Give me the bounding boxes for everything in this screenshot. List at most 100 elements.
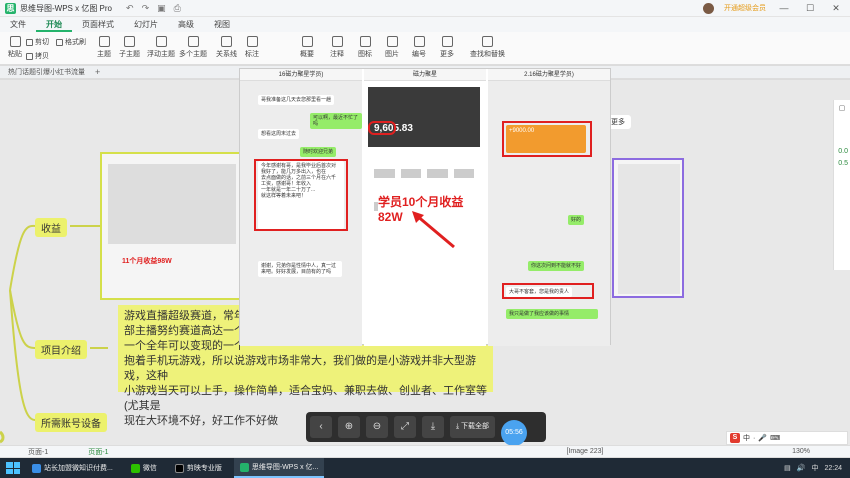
multi-topic-icon bbox=[187, 36, 199, 47]
taskbar-item[interactable]: 站长加盟微知识付费... bbox=[26, 458, 119, 478]
window-title: 思维导图-WPS x 亿图 Pro bbox=[20, 3, 113, 13]
wps-mindmap-icon bbox=[239, 462, 249, 472]
close-button[interactable]: ✕ bbox=[828, 3, 844, 14]
recording-timer: 05:56 bbox=[501, 420, 527, 446]
zoom-in-button[interactable]: ⊕ bbox=[338, 416, 360, 438]
more-button[interactable]: 更多 bbox=[440, 36, 454, 59]
avatar[interactable] bbox=[703, 2, 714, 14]
volume-icon[interactable]: 🔊 bbox=[797, 464, 806, 472]
chat-header: 16磁力聚星学员) bbox=[240, 69, 362, 81]
relation-icon bbox=[221, 36, 232, 47]
ime-lang[interactable]: 中 bbox=[743, 433, 750, 443]
fit-screen-button[interactable]: ⤢ bbox=[394, 416, 416, 438]
node-project-intro[interactable]: 项目介绍 bbox=[35, 340, 87, 359]
chat-bubble: 我只是做了我应该做的事情 bbox=[506, 309, 598, 319]
summary-button[interactable]: 概要 bbox=[300, 36, 314, 59]
vip-link[interactable]: 开通超级会员 bbox=[724, 3, 766, 13]
right-side-panel: ▢ bbox=[833, 100, 850, 270]
network-icon[interactable]: ▤ bbox=[784, 464, 791, 472]
ribbon: 粘贴 剪切 拷贝 格式刷 主题 子主题 浮动主题 多个主题 关系线 标注 概要 … bbox=[0, 32, 850, 65]
print-icon[interactable]: ⎙ bbox=[174, 3, 181, 14]
page-label[interactable]: 页面-1 bbox=[28, 447, 48, 457]
picture-icon bbox=[386, 36, 398, 47]
highlight-box bbox=[368, 121, 396, 135]
balance-card: 9,605.83 bbox=[368, 87, 480, 147]
chat-bubble: 谢谢，兄弟你是性情中人，真一过来吧。好好发展，目前有的了吗 bbox=[258, 261, 342, 277]
punctuation-icon[interactable]: · bbox=[753, 435, 755, 442]
float-topic-button[interactable]: 浮动主题 bbox=[147, 36, 175, 59]
download-all-button[interactable]: ⤓ 下载全部 bbox=[450, 416, 496, 438]
taskbar-item[interactable]: 微信 bbox=[125, 458, 163, 478]
chat-screenshot-1: 16磁力聚星学员) 哥我准备这几天去您那里看一趟 可以啊，最近不忙了吗 想看这周… bbox=[240, 69, 362, 346]
highlight-box bbox=[502, 283, 594, 299]
paste-button[interactable]: 粘贴 bbox=[8, 36, 22, 59]
earnings-screenshot: 磁力聚星 9,605.83 学员10个月收益82W bbox=[364, 69, 486, 346]
subtopic-button[interactable]: 子主题 bbox=[119, 36, 140, 59]
node-income[interactable]: 收益 bbox=[35, 218, 67, 237]
start-menu-icon[interactable] bbox=[6, 462, 20, 474]
menu-bar: 文件 开始 页面样式 幻灯片 高级 视图 bbox=[0, 17, 850, 32]
taskbar-item[interactable]: 思维导图-WPS x 亿... bbox=[233, 458, 325, 478]
cut-button[interactable]: 剪切 bbox=[26, 37, 49, 47]
title-bar: 思 思维导图-WPS x 亿图 Pro ↶ ↷ ▣ ⎙ 开通超级会员 — ☐ ✕ bbox=[0, 0, 850, 17]
add-tab-icon[interactable]: + bbox=[95, 67, 100, 77]
summary-icon bbox=[301, 36, 313, 47]
chat-bubble: 随时欢迎兄弟 bbox=[300, 147, 337, 157]
menu-view[interactable]: 视图 bbox=[204, 17, 240, 32]
panel-icon[interactable]: ▢ bbox=[834, 104, 850, 112]
status-bar: 页面-1 页面-1 [Image 223] 130% bbox=[0, 445, 850, 457]
minimize-button[interactable]: — bbox=[776, 3, 792, 13]
node-devices[interactable]: 所需账号设备 bbox=[35, 413, 107, 432]
save-icon[interactable]: ▣ bbox=[157, 3, 166, 14]
previous-image-button[interactable]: ‹ bbox=[310, 416, 332, 438]
menu-page-style[interactable]: 页面样式 bbox=[72, 17, 124, 32]
image-thumbnail bbox=[618, 164, 680, 294]
ime-toolbar: S 中 · 🎤 ⌨ bbox=[726, 431, 848, 445]
numbering-icon bbox=[413, 36, 425, 47]
highlight-box bbox=[254, 159, 348, 231]
clock[interactable]: 22:24 bbox=[824, 465, 842, 472]
page-tab[interactable]: 页面-1 bbox=[88, 447, 108, 457]
label-button[interactable]: 标注 bbox=[245, 36, 259, 59]
image-counter: [Image 223] bbox=[566, 448, 604, 455]
income-image-node[interactable]: 11个月收益98W bbox=[100, 152, 242, 300]
chat-screenshot-2: 2.16磁力聚星学员) +9000.00 好的 你这次问到不能就不好 大哥不客套… bbox=[488, 69, 610, 346]
mic-icon[interactable]: 🎤 bbox=[758, 434, 767, 442]
find-replace-button[interactable]: 查找和替换 bbox=[470, 36, 505, 59]
zoom-out-button[interactable]: ⊖ bbox=[366, 416, 388, 438]
find-icon bbox=[482, 36, 493, 47]
arrow-icon bbox=[412, 211, 455, 249]
zoom-level[interactable]: 130% bbox=[792, 448, 810, 455]
multi-topic-button[interactable]: 多个主题 bbox=[179, 36, 207, 59]
copy-button[interactable]: 拷贝 bbox=[26, 51, 49, 61]
keyboard-icon[interactable]: ⌨ bbox=[770, 434, 780, 442]
maximize-button[interactable]: ☐ bbox=[802, 3, 818, 14]
taskbar-item[interactable]: 剪映专业版 bbox=[169, 458, 228, 478]
redo-icon[interactable]: ↷ bbox=[142, 3, 150, 14]
sogou-icon[interactable]: S bbox=[730, 433, 740, 443]
numbering-button[interactable]: 编号 bbox=[412, 36, 426, 59]
menu-slides[interactable]: 幻灯片 bbox=[124, 17, 168, 32]
relation-button[interactable]: 关系线 bbox=[216, 36, 237, 59]
menu-file[interactable]: 文件 bbox=[0, 17, 36, 32]
topic-button[interactable]: 主题 bbox=[97, 36, 111, 59]
download-button[interactable]: ⤓ bbox=[422, 416, 444, 438]
comment-button[interactable]: 注释 bbox=[330, 36, 344, 59]
format-brush-button[interactable]: 格式刷 bbox=[56, 37, 86, 47]
side-value-2: 0.5 bbox=[838, 160, 848, 167]
undo-icon[interactable]: ↶ bbox=[126, 3, 134, 14]
wechat-icon bbox=[130, 463, 140, 473]
menu-advanced[interactable]: 高级 bbox=[168, 17, 204, 32]
viewer-image[interactable]: 16磁力聚星学员) 哥我准备这几天去您那里看一趟 可以啊，最近不忙了吗 想看这周… bbox=[239, 68, 611, 346]
ime-lang-tray[interactable]: 中 bbox=[811, 463, 818, 473]
menu-home[interactable]: 开始 bbox=[36, 17, 72, 32]
image-thumbnail bbox=[108, 164, 236, 244]
right-image-node[interactable] bbox=[612, 158, 684, 298]
chat-bubble: 想看这周末过去 bbox=[258, 129, 300, 139]
app-logo-icon: 思 bbox=[5, 2, 16, 14]
document-tab[interactable]: 热门话题引爆小红书流量 bbox=[2, 67, 91, 77]
picture-button[interactable]: 图片 bbox=[385, 36, 399, 59]
chat-bubble: 你这次问到不能就不好 bbox=[528, 261, 585, 271]
icon-button[interactable]: 图标 bbox=[358, 36, 372, 59]
capcut-icon bbox=[174, 463, 184, 473]
